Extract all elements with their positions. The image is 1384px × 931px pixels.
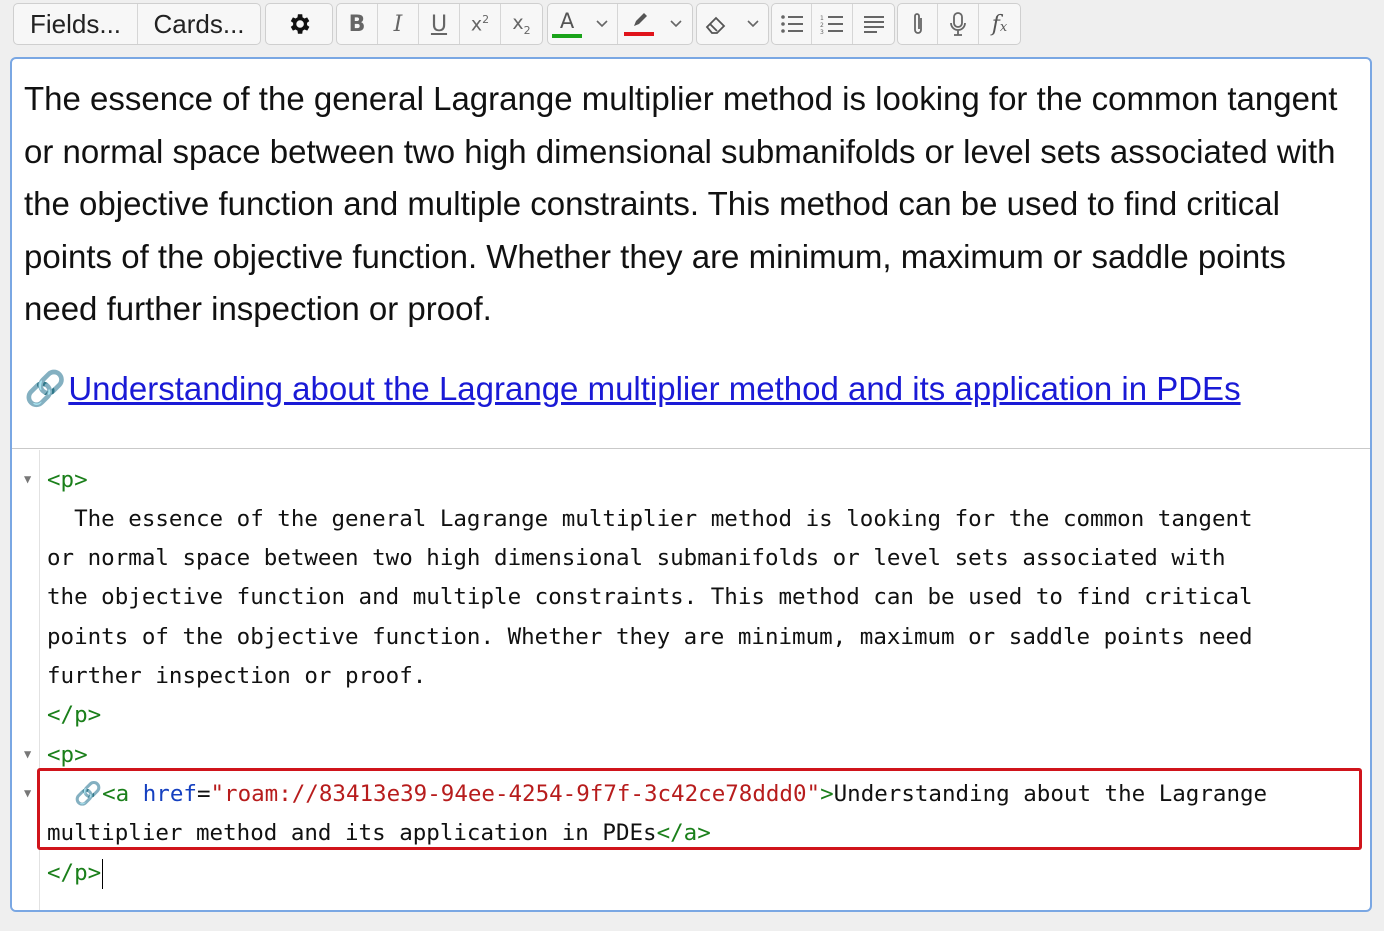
italic-icon: I (393, 11, 403, 37)
underline-icon: U (430, 11, 448, 37)
text-color-dropdown[interactable] (586, 4, 618, 44)
fold-marker-icon[interactable]: ▼ (24, 472, 31, 486)
bullet-list-icon (780, 15, 803, 33)
fold-marker-icon[interactable]: ▼ (24, 747, 31, 761)
subscript-button[interactable]: x2 (501, 4, 542, 44)
eraser-icon (705, 16, 726, 34)
highlight-dropdown[interactable] (660, 4, 692, 44)
underline-button[interactable]: U (419, 4, 460, 44)
svg-text:2: 2 (820, 22, 824, 29)
chevron-down-icon (746, 20, 759, 28)
code-line: points of the objective function. Whethe… (47, 624, 1253, 650)
rich-paragraph: The essence of the general Lagrange mult… (24, 80, 1338, 327)
eraser-dropdown[interactable] (737, 4, 768, 44)
gear-icon (290, 14, 310, 34)
options-button[interactable] (266, 4, 332, 44)
highlight-annotation-box (37, 768, 1362, 850)
rich-text-area[interactable]: The essence of the general Lagrange mult… (12, 59, 1370, 449)
function-icon: fx (991, 11, 1008, 37)
html-source-editor[interactable]: ▼ ▼ ▼ <p> The essence of the general Lag… (12, 450, 1370, 910)
code-line: the objective function and multiple cons… (47, 584, 1253, 610)
format-group: B I U x2 x2 (336, 3, 543, 45)
link-icon: 🔗 (24, 369, 67, 408)
italic-button[interactable]: I (378, 4, 419, 44)
color-group: A (547, 3, 693, 45)
editor-toolbar: Fields... Cards... B I U x2 x2 A 1 2 3 f… (0, 0, 1384, 50)
list-group: 123 (771, 3, 895, 45)
code-line: or normal space between two high dimensi… (47, 545, 1226, 571)
math-button[interactable]: fx (979, 4, 1020, 44)
text-cursor (102, 858, 104, 889)
fields-cards-group: Fields... Cards... (13, 3, 261, 45)
microphone-icon (950, 12, 966, 36)
numbered-list-button[interactable]: 123 (812, 4, 853, 44)
p-open-tag: <p> (47, 742, 88, 768)
text-color-button[interactable]: A (548, 4, 586, 44)
svg-text:3: 3 (820, 29, 824, 34)
eraser-group (696, 3, 769, 45)
eraser-button[interactable] (697, 4, 737, 44)
align-icon (863, 16, 884, 33)
code-line: </p> (47, 696, 101, 735)
code-line: The essence of the general Lagrange mult… (47, 506, 1253, 532)
bold-button[interactable]: B (337, 4, 378, 44)
align-button[interactable] (853, 4, 894, 44)
cards-button[interactable]: Cards... (138, 4, 260, 44)
roam-link[interactable]: Understanding about the Lagrange multipl… (68, 370, 1240, 407)
code-line: <p> (47, 461, 88, 500)
bold-icon: B (348, 11, 366, 37)
chevron-down-icon (670, 20, 682, 28)
numbered-list-icon: 123 (820, 15, 843, 34)
text-color-icon: A (552, 10, 582, 38)
superscript-icon: x2 (470, 12, 490, 36)
attach-button[interactable] (898, 4, 938, 44)
p-open-tag: <p> (47, 467, 88, 493)
fields-button[interactable]: Fields... (14, 4, 138, 44)
code-gutter: ▼ ▼ ▼ (12, 450, 40, 910)
fold-marker-icon[interactable]: ▼ (24, 786, 31, 800)
paperclip-icon (913, 13, 922, 34)
svg-text:1: 1 (820, 15, 824, 22)
highlight-button[interactable] (618, 4, 660, 44)
superscript-button[interactable]: x2 (460, 4, 501, 44)
p-close-tag: </p> (47, 860, 102, 886)
record-button[interactable] (938, 4, 979, 44)
window-edge (1374, 57, 1384, 931)
bullet-list-button[interactable] (772, 4, 812, 44)
code-line: </p> (47, 854, 104, 893)
options-group (265, 3, 333, 45)
p-close-tag: </p> (47, 702, 102, 728)
chevron-down-icon (595, 20, 608, 28)
code-line: further inspection or proof. (47, 663, 427, 689)
note-field-editor[interactable]: The essence of the general Lagrange mult… (10, 57, 1372, 912)
subscript-icon: x2 (512, 11, 531, 37)
media-group: fx (897, 3, 1021, 45)
highlight-icon (624, 12, 654, 36)
rich-link-paragraph: 🔗Understanding about the Lagrange multip… (24, 363, 1358, 416)
